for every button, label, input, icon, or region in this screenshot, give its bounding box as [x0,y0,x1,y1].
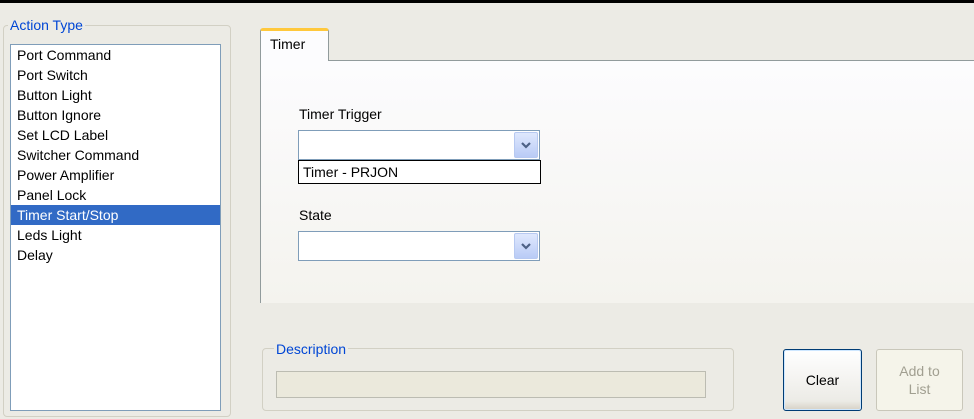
list-item[interactable]: Power Amplifier [11,165,220,185]
list-item[interactable]: Button Ignore [11,105,220,125]
description-field[interactable] [276,371,706,398]
list-item[interactable]: Timer Start/Stop [11,205,220,225]
clear-button[interactable]: Clear [783,349,862,411]
chevron-down-icon [521,243,531,250]
timer-trigger-dropdown[interactable] [298,130,540,160]
list-item[interactable]: Panel Lock [11,185,220,205]
list-item[interactable]: Port Command [11,45,220,65]
tab-timer[interactable]: Timer [260,28,329,61]
chevron-down-icon [521,142,531,149]
timer-trigger-label: Timer Trigger [299,106,382,122]
add-to-list-button[interactable]: Add to List [876,349,963,411]
list-item[interactable]: Leds Light [11,225,220,245]
list-item[interactable]: Set LCD Label [11,125,220,145]
timer-trigger-option-list: Timer - PRJON [298,160,541,184]
action-type-listbox[interactable]: Port Command Port Switch Button Light Bu… [10,44,221,411]
state-dropdown[interactable] [298,231,540,261]
list-item[interactable]: Port Switch [11,65,220,85]
timer-trigger-dropdown-button[interactable] [514,132,538,158]
description-title: Description [274,341,349,357]
state-label: State [299,207,332,223]
action-type-title: Action Type [8,17,85,33]
list-item[interactable]: Delay [11,245,220,265]
state-dropdown-button[interactable] [514,233,538,259]
list-item[interactable]: Button Light [11,85,220,105]
top-border [0,0,974,3]
timer-trigger-option[interactable]: Timer - PRJON [303,164,398,180]
list-item[interactable]: Switcher Command [11,145,220,165]
